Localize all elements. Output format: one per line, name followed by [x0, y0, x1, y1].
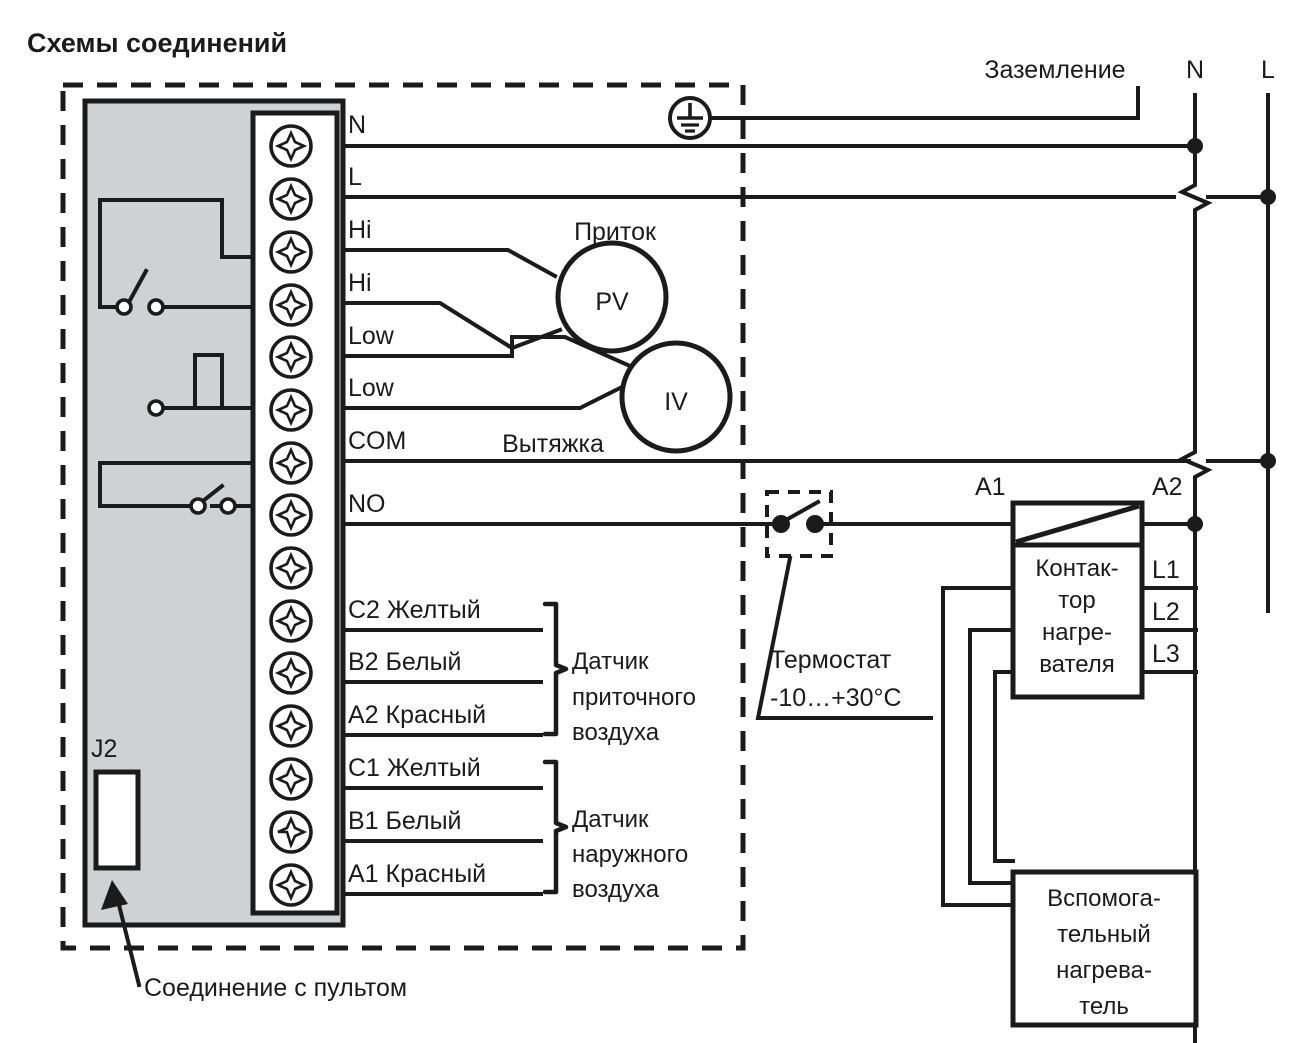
- wire-terminal-hi1: [341, 248, 558, 279]
- exhaust-fan-code: IV: [664, 388, 688, 416]
- terminal-screw-1[interactable]: [269, 124, 313, 168]
- contactor-a2-label: A2: [1152, 473, 1183, 501]
- terminal-label-12: A2 Красный: [348, 701, 486, 729]
- terminal-screw-13[interactable]: [269, 757, 313, 801]
- outdoor-sensor-brace: [542, 759, 569, 895]
- terminal-screw-5[interactable]: [269, 335, 313, 379]
- thermostat-pivot-node: [772, 515, 790, 533]
- relay2-contact-node: [147, 399, 165, 417]
- j2-connector: [93, 769, 141, 871]
- supply-sensor-label-line2: приточного: [572, 684, 696, 711]
- terminal-screws: [269, 124, 313, 907]
- heater-phase2-wire: [968, 628, 1015, 885]
- terminal-label-11: B2 Белый: [348, 648, 462, 676]
- terminal-label-3: Hi: [348, 216, 372, 244]
- ground-wire: [708, 86, 1140, 120]
- j2-label: J2: [91, 735, 117, 763]
- terminal-label-13: C1 Желтый: [348, 754, 481, 782]
- aux-heater-line1: Вспомога-: [1047, 885, 1161, 912]
- j2-callout-label: Соединение с пультом: [144, 974, 407, 1002]
- terminal-label-2: L: [348, 163, 362, 191]
- supply-sensor-label-line3: воздуха: [572, 719, 660, 746]
- heater-phase1-wire: [941, 586, 1015, 907]
- contactor-l2-label: L2: [1152, 598, 1180, 626]
- page-title: Схемы соединений: [27, 28, 287, 58]
- neutral-bus-label: N: [1186, 56, 1204, 84]
- terminal-screw-10[interactable]: [269, 599, 313, 643]
- terminal-screw-12[interactable]: [269, 704, 313, 748]
- supply-sensor-brace: [542, 601, 569, 737]
- neutral-junction-top: [1187, 138, 1203, 154]
- thermostat-range: -10…+30°C: [770, 684, 902, 712]
- outdoor-sensor-label-line1: Датчик: [572, 806, 649, 833]
- contactor-name-line3: нагре-: [1042, 619, 1112, 646]
- contactor-l3-label: L3: [1152, 640, 1180, 668]
- supply-fan-label: Приток: [574, 218, 657, 246]
- terminal-screw-14[interactable]: [269, 810, 313, 854]
- contactor-name-line4: вателя: [1039, 651, 1115, 678]
- terminal-label-4: Hi: [348, 269, 372, 297]
- terminal-label-8: NO: [348, 490, 386, 518]
- terminal-screw-4[interactable]: [269, 283, 313, 327]
- terminal-screw-11[interactable]: [269, 651, 313, 695]
- terminal-screw-7[interactable]: [269, 441, 313, 485]
- aux-heater-line4: тель: [1079, 993, 1129, 1020]
- terminal-label-15: A1 Красный: [348, 860, 486, 888]
- relay3-pivot-node: [189, 497, 207, 515]
- contactor-a1-label: A1: [975, 473, 1006, 501]
- terminal-label-10: C2 Желтый: [348, 596, 481, 624]
- heater-phase3-wire: [993, 670, 1015, 863]
- connection-diagram: Схемы соединений J2 Соединение с пультом: [27, 28, 1276, 1043]
- ground-label: Заземление: [984, 56, 1125, 84]
- contactor-l1-label: L1: [1152, 556, 1180, 584]
- supply-fan-code: PV: [595, 288, 629, 316]
- terminal-screw-3[interactable]: [269, 230, 313, 274]
- exhaust-fan-label: Вытяжка: [502, 430, 604, 458]
- contactor-name-line1: Контак-: [1035, 555, 1118, 582]
- relay1-contact-node: [147, 298, 165, 316]
- relay3-contact-node: [219, 497, 237, 515]
- aux-heater-line2: тельный: [1057, 921, 1151, 948]
- terminal-label-14: B1 Белый: [348, 807, 462, 835]
- terminal-screw-2[interactable]: [269, 177, 313, 221]
- wiring-diagram-page: Схемы соединений J2 Соединение с пультом: [0, 0, 1293, 1043]
- outdoor-sensor-label-line3: воздуха: [572, 876, 660, 903]
- thermostat-name: Термостат: [770, 646, 892, 674]
- terminal-label-1: N: [348, 111, 366, 139]
- outdoor-sensor-label-line2: наружного: [572, 841, 688, 868]
- line-bus-label: L: [1261, 56, 1275, 84]
- terminal-screw-15[interactable]: [269, 863, 313, 907]
- contactor-name-line2: тор: [1058, 587, 1095, 614]
- terminal-screw-8[interactable]: [269, 493, 313, 537]
- relay1-pivot-node: [115, 298, 133, 316]
- terminal-screw-6[interactable]: [269, 388, 313, 432]
- supply-sensor-label-line1: Датчик: [572, 648, 649, 675]
- terminal-label-5: Low: [348, 322, 395, 350]
- terminal-label-7: COM: [348, 427, 406, 455]
- terminal-screw-9[interactable]: [269, 546, 313, 590]
- terminal-label-6: Low: [348, 374, 395, 402]
- aux-heater-line3: нагрева-: [1056, 957, 1152, 984]
- earth-ground-icon: [668, 96, 712, 140]
